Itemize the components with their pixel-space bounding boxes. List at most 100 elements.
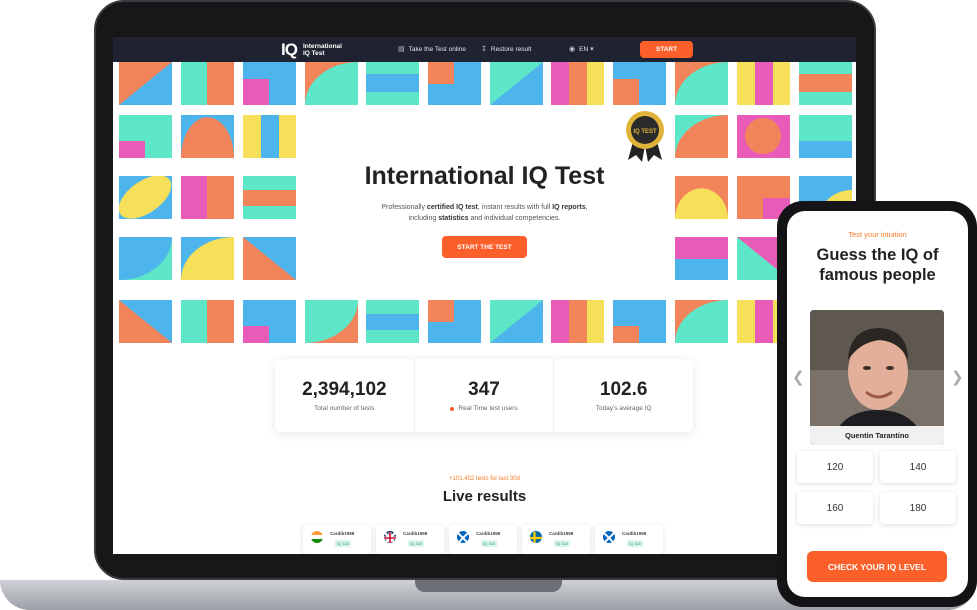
logo-text: International IQ Test — [302, 43, 342, 57]
pattern-tile — [737, 115, 790, 158]
pattern-tile — [305, 300, 358, 343]
language-label: EN — [579, 45, 589, 53]
result-username: Cardib1998 — [330, 531, 355, 536]
pattern-tile — [428, 62, 481, 105]
live-result-card[interactable]: Cardib1998 IQ 118 — [595, 525, 663, 554]
subtitle-text: , instant results with full — [477, 204, 553, 211]
chevron-left-icon[interactable]: ❮ — [792, 368, 805, 386]
nav-start-button[interactable]: START — [640, 41, 693, 58]
restore-label: Restore result — [490, 45, 532, 53]
live-result-card[interactable]: Cardib1998 IQ 118 — [522, 525, 590, 554]
laptop-screen: IQ International IQ Test ▤ Take the Test… — [113, 37, 856, 554]
subtitle-text: , — [585, 204, 588, 211]
restore-result-link[interactable]: ↧ Restore result — [481, 45, 532, 54]
iq-option-180[interactable]: 180 — [880, 492, 956, 524]
pattern-tile — [799, 115, 852, 158]
result-iq-badge: IQ 118 — [481, 540, 497, 547]
india-flag-icon — [311, 531, 323, 543]
iq-option-160[interactable]: 160 — [797, 492, 873, 524]
pattern-tile — [675, 62, 728, 105]
stat-average-iq: 102.6 Today's average IQ — [554, 359, 693, 432]
pattern-tile — [305, 62, 358, 105]
subtitle-bold: IQ reports — [552, 204, 586, 211]
stat-label-row: Real Time test users — [450, 405, 518, 412]
live-results-list: Cardib1998 IQ 118 Cardib1998 IQ 118 Card… — [303, 525, 663, 554]
pattern-tile — [366, 300, 419, 343]
hero-title: International IQ Test — [364, 162, 605, 190]
phone-screen: Test your intuition Guess the IQ of famo… — [787, 211, 968, 597]
live-dot-icon — [450, 406, 455, 411]
stat-total-tests: 2,394,102 Total number of tests — [275, 359, 415, 432]
pattern-tile — [181, 237, 234, 280]
pattern-tile — [181, 300, 234, 343]
result-username: Cardib1998 — [622, 531, 647, 536]
badge-label: IQ TEST — [633, 129, 657, 135]
phone-title: Guess the IQ of famous people — [787, 245, 968, 285]
pattern-tile — [675, 237, 728, 280]
pattern-tile — [799, 62, 852, 105]
subtitle-bold: statistics — [438, 215, 469, 222]
pattern-tile — [243, 62, 296, 105]
pattern-tile — [119, 237, 172, 280]
download-icon: ↧ — [481, 46, 487, 53]
phone-title-line2: famous people — [819, 266, 936, 284]
live-result-card[interactable]: Cardib1998 IQ 118 — [303, 525, 371, 554]
logo-mark: IQ — [281, 40, 298, 59]
chevron-down-icon: ▾ — [590, 46, 594, 53]
iq-option-140[interactable]: 140 — [880, 451, 956, 483]
live-result-card[interactable]: Cardib1998 IQ 118 — [376, 525, 444, 554]
pattern-tile — [613, 300, 666, 343]
live-results-subtitle: +101,452 tests for last 30d — [449, 476, 520, 482]
start-test-button[interactable]: START THE TEST — [442, 236, 527, 258]
result-username: Cardib1998 — [476, 531, 501, 536]
check-iq-button[interactable]: CHECK YOUR IQ LEVEL — [807, 551, 947, 582]
take-test-link[interactable]: ▤ Take the Test online — [398, 45, 466, 54]
pattern-tile — [428, 300, 481, 343]
chevron-right-icon[interactable]: ❯ — [951, 368, 964, 386]
hero-subtitle: Professionally certified IQ test, instan… — [113, 202, 856, 224]
iq-option-120[interactable]: 120 — [797, 451, 873, 483]
result-username: Cardib1998 — [549, 531, 574, 536]
stat-label: Total number of tests — [314, 405, 375, 412]
pattern-tile — [675, 115, 728, 158]
certified-badge-icon: IQ TEST — [626, 111, 664, 162]
scotland-flag-icon — [457, 531, 469, 543]
pattern-tile — [490, 62, 543, 105]
take-test-label: Take the Test online — [408, 45, 466, 53]
pattern-tile — [181, 62, 234, 105]
site-logo[interactable]: IQ International IQ Test — [281, 40, 347, 60]
laptop-notch — [415, 580, 562, 592]
result-iq-badge: IQ 118 — [408, 540, 424, 547]
scotland-flag-icon — [603, 531, 615, 543]
globe-icon: ◉ — [569, 46, 576, 53]
pattern-tile — [119, 115, 172, 158]
result-iq-badge: IQ 118 — [335, 540, 351, 547]
phone-title-line1: Guess the IQ of — [816, 246, 939, 264]
pattern-tile — [119, 62, 172, 105]
live-results-title: Live results — [442, 488, 527, 505]
result-iq-badge: IQ 118 — [627, 540, 643, 547]
subtitle-text: including — [408, 215, 439, 222]
subtitle-bold: certified IQ test — [426, 204, 478, 211]
sweden-flag-icon — [530, 531, 542, 543]
language-selector[interactable]: ◉ EN ▾ — [569, 45, 594, 54]
clipboard-icon: ▤ — [398, 46, 405, 53]
subtitle-text: and individual competencies. — [468, 215, 561, 222]
pattern-tile — [490, 300, 543, 343]
result-iq-badge: IQ 118 — [554, 540, 570, 547]
result-username: Cardib1998 — [403, 531, 428, 536]
portrait-image — [810, 310, 944, 445]
top-nav: IQ International IQ Test ▤ Take the Test… — [113, 37, 856, 62]
phone-kicker: Test your intuition — [848, 230, 907, 239]
celebrity-photo: Quentin Tarantino — [810, 310, 944, 445]
subtitle-text: Professionally — [381, 204, 427, 211]
stat-realtime-users: 347 Real Time test users — [415, 359, 555, 432]
stats-card: 2,394,102 Total number of tests 347 Real… — [275, 359, 693, 432]
pattern-tile — [551, 300, 604, 343]
uk-flag-icon — [384, 531, 396, 543]
live-result-card[interactable]: Cardib1998 IQ 118 — [449, 525, 517, 554]
pattern-tile — [243, 237, 296, 280]
stat-label: Real Time test users — [458, 405, 518, 412]
pattern-tile — [243, 115, 296, 158]
stat-value: 102.6 — [599, 379, 648, 400]
